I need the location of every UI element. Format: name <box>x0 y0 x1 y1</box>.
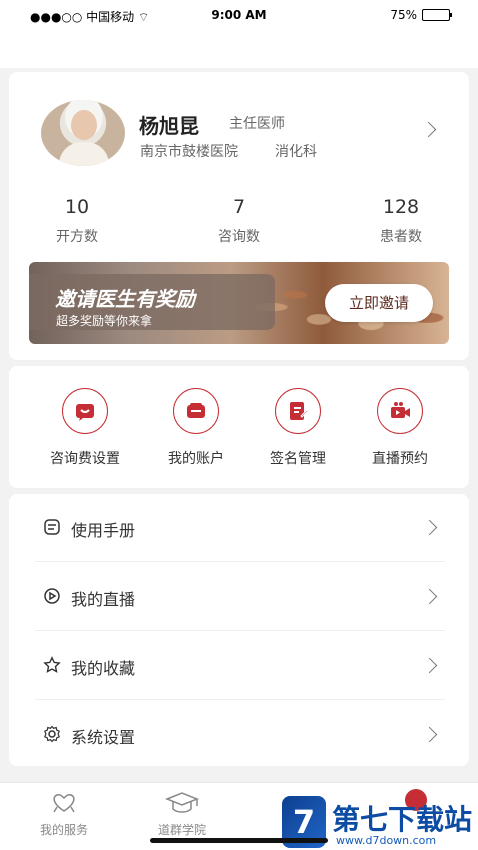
settings-menu: 使用手册 我的直播 我的收藏 系统设置 <box>9 494 469 766</box>
menu-label: 系统设置 <box>71 728 136 747</box>
watermark-url: www.d7down.com <box>336 834 437 847</box>
header-space <box>0 32 478 68</box>
doctor-title: 主任医师 <box>229 116 285 132</box>
live-reservation-action[interactable]: 直播预约 <box>350 388 450 468</box>
invite-button[interactable]: 立即邀请 <box>325 284 433 322</box>
star-icon <box>43 656 61 673</box>
profile-card[interactable]: 杨旭昆 主任医师 南京市鼓楼医院 消化科 10 开方数 7 咨询数 128 患者… <box>9 72 469 360</box>
quick-action-label: 咨询费设置 <box>50 451 120 467</box>
video-icon <box>377 388 423 434</box>
quick-actions-card: 咨询费设置 我的账户 签名管理 直播预约 <box>9 366 469 488</box>
battery-icon <box>422 9 452 21</box>
banner-subtitle: 超多奖励等你来拿 <box>56 314 153 328</box>
signature-icon <box>275 388 321 434</box>
battery-percent: 75% <box>390 8 417 22</box>
department-name: 消化科 <box>275 144 317 160</box>
stat-value: 7 <box>232 196 246 218</box>
menu-item-my-favorites[interactable]: 我的收藏 <box>35 632 445 700</box>
stat-label: 患者数 <box>380 229 422 245</box>
signature-management-action[interactable]: 签名管理 <box>248 388 348 468</box>
battery-status: 75% <box>390 8 452 22</box>
consultation-stat[interactable]: 7 咨询数 <box>189 196 289 246</box>
chevron-right-icon[interactable] <box>420 121 437 138</box>
stat-value: 10 <box>64 196 90 218</box>
hospital-name: 南京市鼓楼医院 <box>140 144 238 160</box>
menu-label: 我的直播 <box>71 590 136 609</box>
chevron-right-icon <box>421 519 438 536</box>
tab-label: 道群学院 <box>157 823 206 837</box>
tab-academy[interactable]: 道群学院 <box>132 791 232 838</box>
chevron-right-icon <box>421 726 438 743</box>
stat-value: 128 <box>382 196 420 218</box>
quick-action-label: 直播预约 <box>372 451 428 467</box>
stat-label: 咨询数 <box>218 229 260 245</box>
live-icon <box>44 588 60 604</box>
manual-icon <box>44 519 60 535</box>
heart-hand-icon <box>53 794 75 813</box>
my-account-action[interactable]: 我的账户 <box>146 388 246 468</box>
patient-stat[interactable]: 128 患者数 <box>351 196 451 246</box>
doctor-avatar[interactable] <box>41 100 125 166</box>
menu-label: 我的收藏 <box>71 659 136 678</box>
menu-item-system-settings[interactable]: 系统设置 <box>35 701 445 769</box>
menu-item-user-manual[interactable]: 使用手册 <box>35 494 445 562</box>
graduation-cap-icon <box>165 792 199 813</box>
tab-my-services[interactable]: 我的服务 <box>14 791 114 838</box>
settings-icon <box>44 725 60 743</box>
watermark-title: 第七下载站 <box>332 803 473 836</box>
quick-action-label: 签名管理 <box>270 451 326 467</box>
tab-label: 我的服务 <box>39 823 88 837</box>
status-bar: ●●●○○ 中国移动 ⌔ 9:00 AM 75% <box>0 0 478 32</box>
home-indicator[interactable] <box>150 838 328 843</box>
menu-item-my-live[interactable]: 我的直播 <box>35 563 445 631</box>
wallet-icon <box>173 388 219 434</box>
doctor-name: 杨旭昆 <box>139 114 199 138</box>
menu-label: 使用手册 <box>71 521 136 540</box>
prescription-stat[interactable]: 10 开方数 <box>27 196 127 246</box>
invite-doctor-banner[interactable]: 邀请医生有奖励 超多奖励等你来拿 立即邀请 <box>29 262 449 344</box>
message-icon <box>62 388 108 434</box>
quick-action-label: 我的账户 <box>168 451 224 467</box>
chevron-right-icon <box>421 588 438 605</box>
banner-title: 邀请医生有奖励 <box>55 287 195 311</box>
consultation-fee-action[interactable]: 咨询费设置 <box>35 388 135 468</box>
stat-label: 开方数 <box>56 229 98 245</box>
chevron-right-icon <box>421 657 438 674</box>
